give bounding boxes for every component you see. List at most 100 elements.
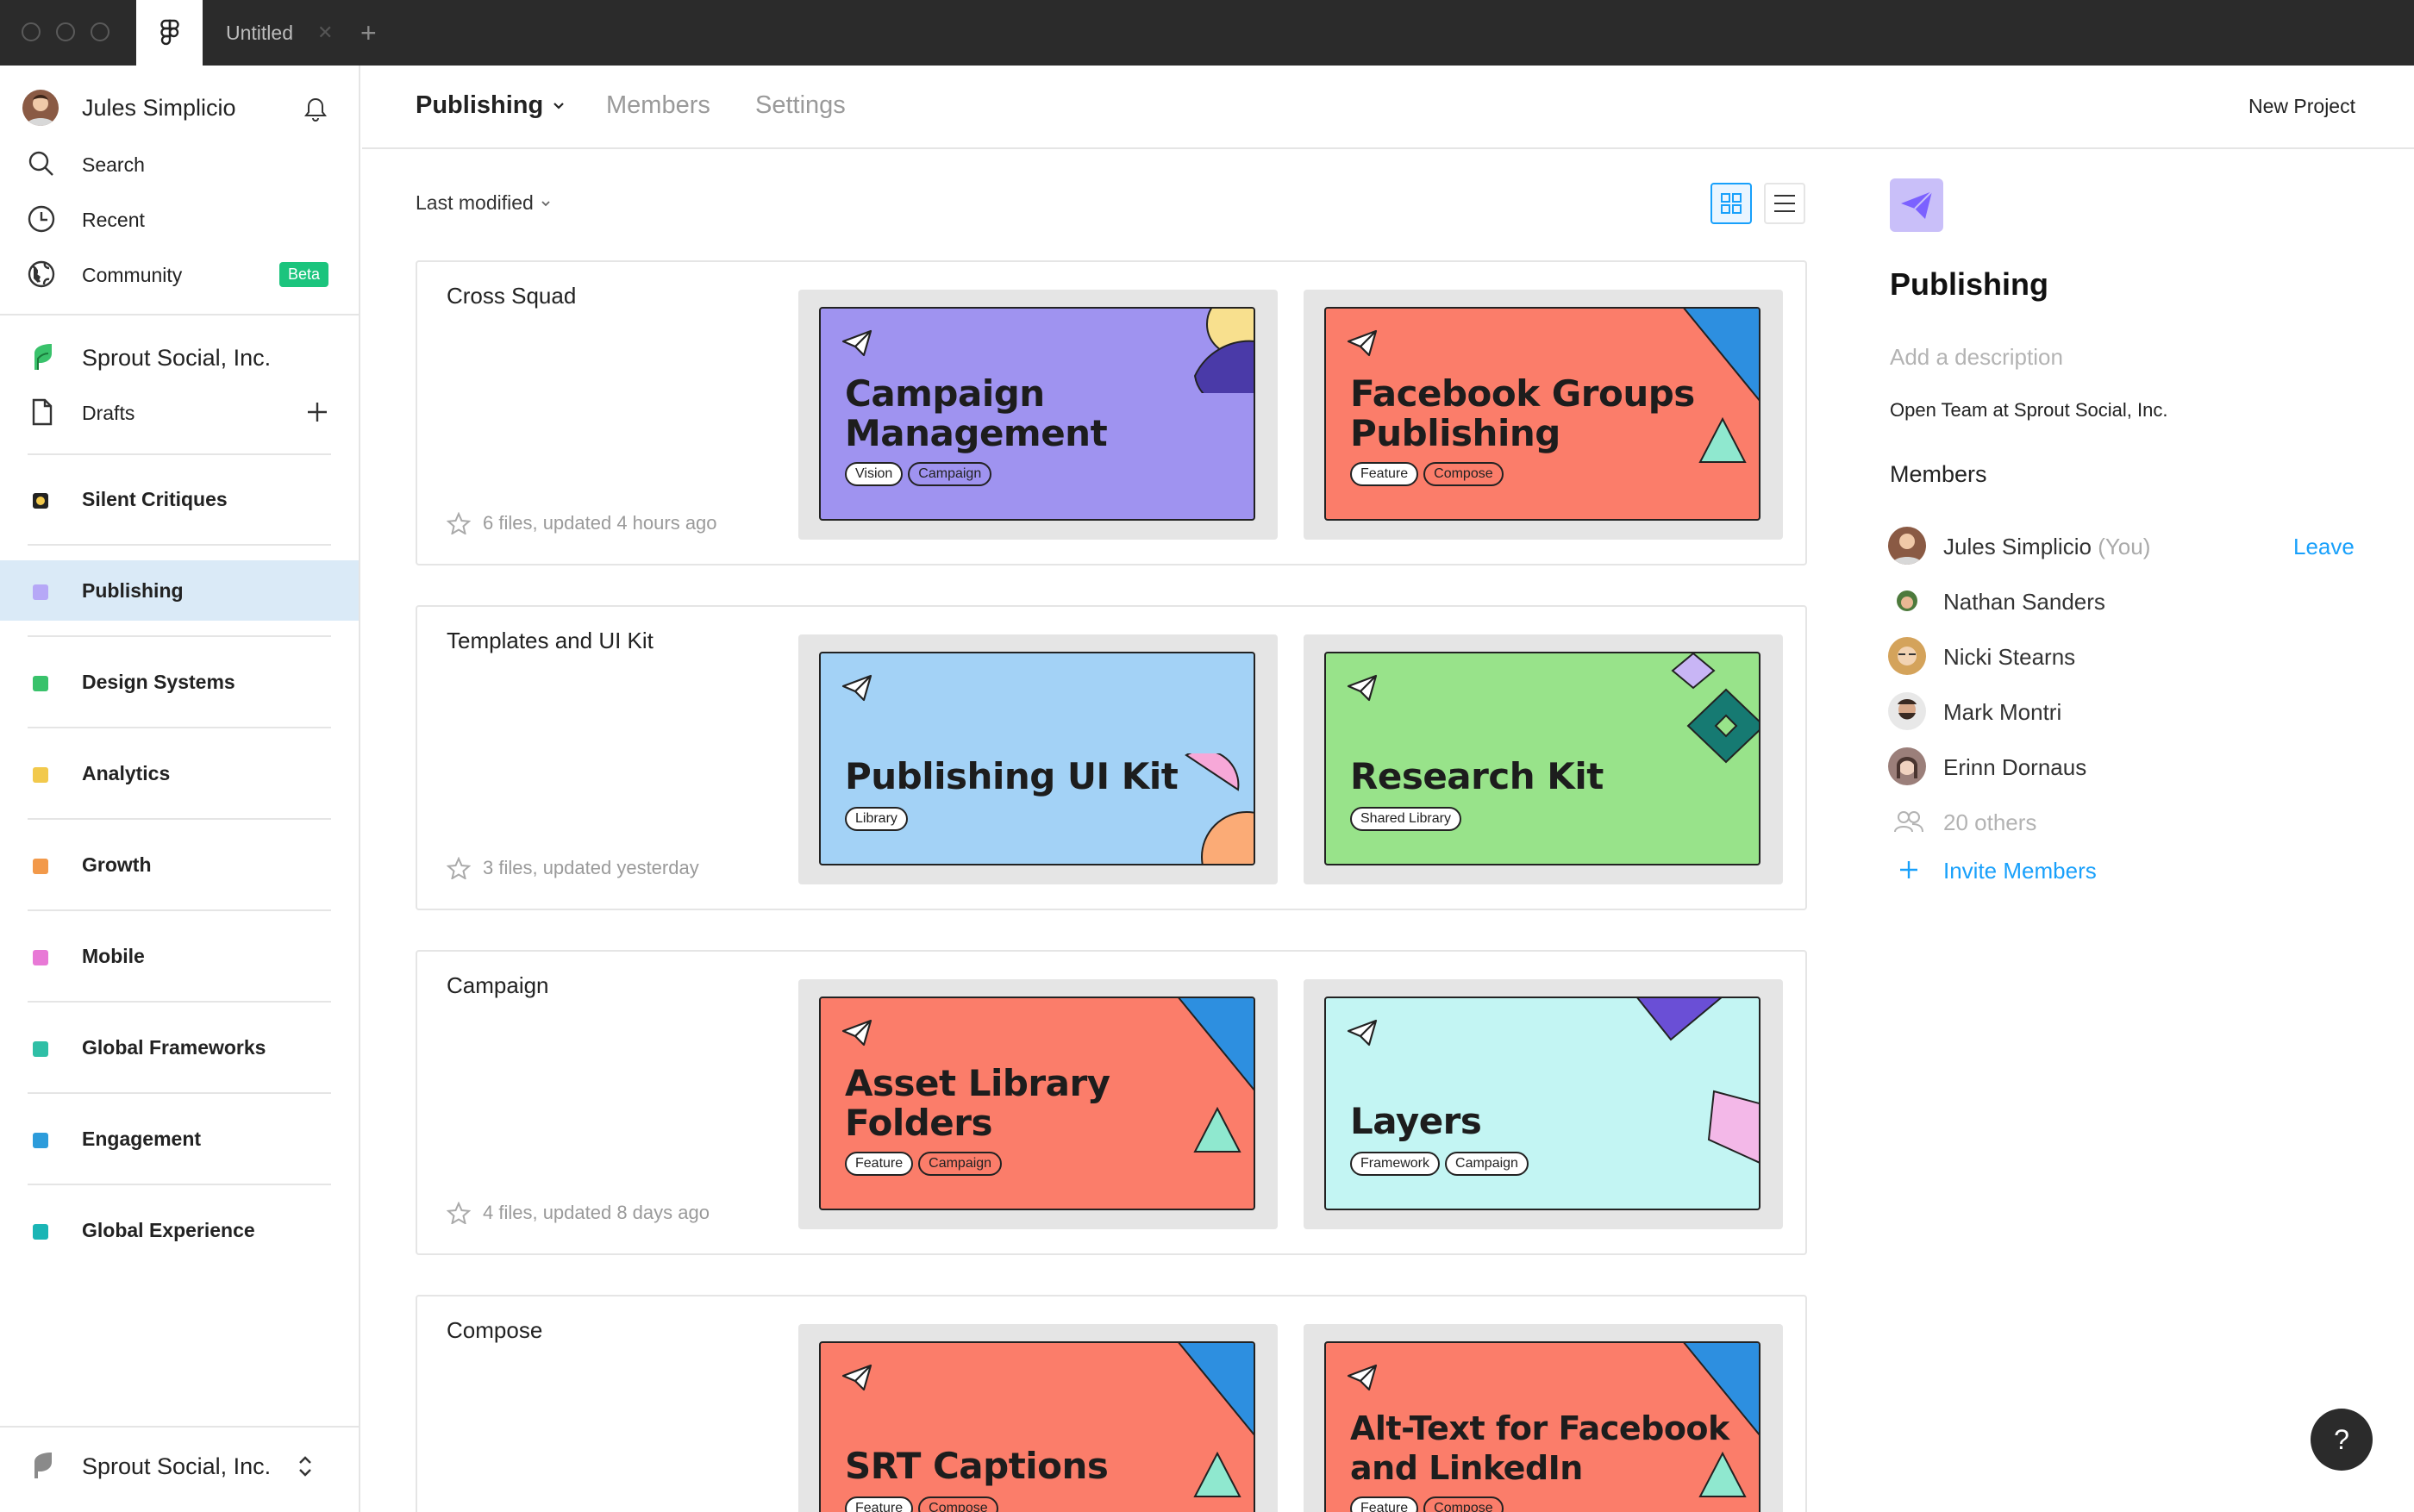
panel-team-title: Publishing bbox=[1890, 266, 2048, 302]
star-icon[interactable] bbox=[447, 857, 471, 879]
sidebar-item-publishing[interactable]: Publishing bbox=[0, 560, 359, 621]
file-title-line: Facebook Groups bbox=[1350, 372, 1695, 415]
home-tab[interactable] bbox=[136, 0, 203, 66]
file-thumbnail[interactable]: Layers Framework Campaign bbox=[1304, 979, 1783, 1229]
member-row: Erinn Dornaus bbox=[1888, 744, 2354, 787]
document-tab-title: Untitled bbox=[226, 21, 293, 44]
org-switcher[interactable]: Sprout Social, Inc. bbox=[0, 334, 359, 379]
leave-button[interactable]: Leave bbox=[2293, 534, 2355, 560]
project-meta: 4 files, updated 8 days ago bbox=[447, 1202, 710, 1224]
file-thumbnail[interactable]: SRT Captions Feature Compose bbox=[798, 1324, 1278, 1512]
member-name-text: Jules Simplicio bbox=[1943, 534, 2092, 559]
tab-members[interactable]: Members bbox=[606, 91, 710, 120]
grid-view-button[interactable] bbox=[1710, 183, 1752, 224]
team-info-text: Open Team at Sprout Social, Inc. bbox=[1890, 399, 2168, 421]
file-title: SRT Captions bbox=[845, 1445, 1109, 1487]
project-meta: 6 files, updated 4 hours ago bbox=[447, 512, 717, 534]
plus-icon bbox=[1900, 861, 1917, 878]
close-tab-icon[interactable]: ✕ bbox=[317, 22, 333, 44]
org-switcher-footer[interactable]: Sprout Social, Inc. bbox=[0, 1443, 359, 1488]
sidebar-item-drafts[interactable]: Drafts bbox=[0, 393, 359, 431]
decorative-shape bbox=[1185, 753, 1254, 864]
sidebar-item-label: Global Frameworks bbox=[82, 1036, 266, 1059]
paper-plane-icon bbox=[841, 1364, 872, 1391]
file-thumbnail[interactable]: Campaign Management Vision Campaign bbox=[798, 290, 1278, 540]
project-title: Campaign bbox=[447, 972, 549, 998]
sidebar-item-silent-critiques[interactable]: Silent Critiques bbox=[0, 469, 359, 529]
list-icon bbox=[1774, 195, 1795, 212]
user-name: Jules Simplicio bbox=[82, 95, 236, 121]
file-title: Alt-Text for Facebook and LinkedIn bbox=[1350, 1409, 1729, 1488]
sidebar-item-design-systems[interactable]: Design Systems bbox=[0, 652, 359, 712]
project-card[interactable]: Compose SRT Captions Feature Compose Alt… bbox=[416, 1295, 1807, 1512]
project-meta-text: 6 files, updated 4 hours ago bbox=[483, 512, 717, 534]
member-row: Mark Montri bbox=[1888, 689, 2354, 732]
sidebar-item-community[interactable]: Community Beta bbox=[0, 255, 359, 293]
file-tag: Framework bbox=[1350, 1152, 1441, 1176]
window-maximize-button[interactable] bbox=[91, 22, 109, 41]
star-icon[interactable] bbox=[447, 512, 471, 534]
new-project-button[interactable]: New Project bbox=[2248, 95, 2355, 118]
project-title: Compose bbox=[447, 1317, 543, 1343]
file-title-line: Folders bbox=[845, 1102, 993, 1144]
bell-icon[interactable] bbox=[303, 97, 328, 122]
file-title-line: SRT Captions bbox=[845, 1445, 1109, 1487]
invite-label: Invite Members bbox=[1943, 858, 2097, 884]
sprout-logo-icon bbox=[34, 1453, 52, 1478]
project-title: Cross Squad bbox=[447, 283, 577, 309]
sidebar-item-analytics[interactable]: Analytics bbox=[0, 743, 359, 803]
file-tags: Vision Campaign bbox=[845, 462, 992, 486]
team-menu[interactable]: Publishing bbox=[416, 91, 566, 120]
account-menu[interactable]: Jules Simplicio bbox=[0, 88, 359, 128]
file-cover: Alt-Text for Facebook and LinkedIn Featur… bbox=[1324, 1341, 1760, 1512]
description-input[interactable]: Add a description bbox=[1890, 344, 2063, 371]
invite-members-button[interactable]: Invite Members bbox=[1888, 847, 2354, 890]
file-thumbnail[interactable]: Alt-Text for Facebook and LinkedIn Featur… bbox=[1304, 1324, 1783, 1512]
sidebar-item-recent[interactable]: Recent bbox=[0, 200, 359, 238]
divider bbox=[28, 635, 331, 637]
sidebar-item-global-experience[interactable]: Global Experience bbox=[0, 1200, 359, 1260]
file-thumbnail[interactable]: Asset Library Folders Feature Campaign bbox=[798, 979, 1278, 1229]
org-name: Sprout Social, Inc. bbox=[82, 1453, 272, 1479]
project-meta-text: 4 files, updated 8 days ago bbox=[483, 1202, 710, 1223]
file-cover: SRT Captions Feature Compose bbox=[819, 1341, 1255, 1512]
sort-dropdown[interactable]: Last modified bbox=[416, 191, 551, 215]
document-tab[interactable]: Untitled ✕ bbox=[226, 0, 333, 66]
add-draft-icon[interactable] bbox=[305, 400, 329, 424]
list-view-button[interactable] bbox=[1764, 183, 1805, 224]
file-thumbnail[interactable]: Facebook Groups Publishing Feature Compos… bbox=[1304, 290, 1783, 540]
file-title: Research Kit bbox=[1350, 757, 1604, 797]
tab-settings[interactable]: Settings bbox=[755, 91, 846, 120]
sidebar-item-global-frameworks[interactable]: Global Frameworks bbox=[0, 1017, 359, 1078]
project-title: Templates and UI Kit bbox=[447, 628, 654, 653]
decorative-shape bbox=[1178, 1343, 1254, 1497]
file-title: Facebook Groups Publishing bbox=[1350, 374, 1695, 453]
divider bbox=[0, 314, 359, 316]
sidebar-item-mobile[interactable]: Mobile bbox=[0, 926, 359, 986]
chevron-down-icon bbox=[553, 102, 564, 109]
file-title-line: Publishing bbox=[1350, 412, 1560, 454]
file-tag: Vision bbox=[845, 462, 904, 486]
sidebar-item-search[interactable]: Search bbox=[0, 145, 359, 183]
file-tags: Feature Compose bbox=[1350, 462, 1504, 486]
window-close-button[interactable] bbox=[22, 22, 41, 41]
project-card[interactable]: Cross Squad 6 files, updated 4 hours ago… bbox=[416, 260, 1807, 565]
sidebar-item-label: Mobile bbox=[82, 945, 145, 967]
sidebar: Jules Simplicio Search Recent Community … bbox=[0, 66, 360, 1512]
divider bbox=[28, 818, 331, 820]
top-bar: Publishing Members Settings New Project bbox=[362, 66, 2414, 149]
project-card[interactable]: Campaign 4 files, updated 8 days ago Ass… bbox=[416, 950, 1807, 1255]
sidebar-item-engagement[interactable]: Engagement bbox=[0, 1109, 359, 1169]
sidebar-item-growth[interactable]: Growth bbox=[0, 834, 359, 895]
sidebar-item-label: Search bbox=[82, 153, 145, 176]
project-card[interactable]: Templates and UI Kit 3 files, updated ye… bbox=[416, 605, 1807, 910]
others-row[interactable]: 20 others bbox=[1888, 799, 2354, 842]
star-icon[interactable] bbox=[447, 1202, 471, 1224]
file-cover: Campaign Management Vision Campaign bbox=[819, 307, 1255, 521]
file-thumbnail[interactable]: Research Kit Shared Library bbox=[1304, 634, 1783, 884]
file-thumbnail[interactable]: Publishing UI Kit Library bbox=[798, 634, 1278, 884]
new-tab-icon[interactable]: + bbox=[360, 19, 377, 47]
paper-plane-icon bbox=[841, 674, 872, 702]
help-button[interactable]: ? bbox=[2311, 1409, 2373, 1471]
window-minimize-button[interactable] bbox=[56, 22, 75, 41]
